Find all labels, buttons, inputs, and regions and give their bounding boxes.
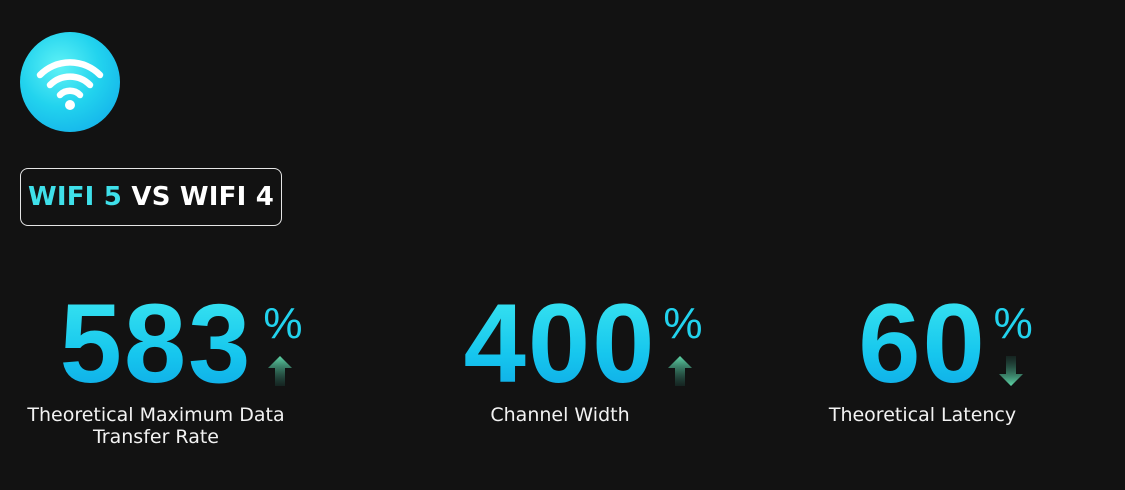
arrow-down-icon [998, 356, 1023, 386]
wifi-badge [20, 32, 120, 132]
stat-value-row: 583 % [59, 281, 303, 406]
stat-value: 60 [858, 281, 987, 406]
stat-value-row: 60 % [858, 281, 1033, 406]
stat-latency: 60 % Theoretical Latency [805, 281, 1040, 427]
stat-label: Theoretical Maximum Data Transfer Rate [27, 404, 285, 448]
comparison-label: WIFI 5 VS WIFI 4 [20, 168, 282, 226]
arrow-up-icon [668, 356, 693, 386]
stat-unit: % [993, 299, 1033, 348]
stat-value: 400 [463, 281, 657, 406]
stat-value-row: 400 % [463, 281, 703, 406]
stat-channel-width: 400 % Channel Width [425, 281, 703, 427]
wifi-icon [36, 59, 104, 110]
stat-label: Channel Width [490, 404, 630, 426]
stat-value: 583 [59, 281, 253, 406]
stat-unit: % [663, 299, 703, 348]
arrow-up-icon [268, 356, 293, 386]
stat-label: Theoretical Latency [828, 404, 1017, 426]
comparison-rest: VS WIFI 4 [131, 182, 275, 212]
stat-data-rate: 583 % Theoretical Maximum Data Transfer … [20, 281, 303, 449]
stat-unit: % [263, 299, 303, 348]
comparison-accent: WIFI 5 [27, 182, 123, 212]
